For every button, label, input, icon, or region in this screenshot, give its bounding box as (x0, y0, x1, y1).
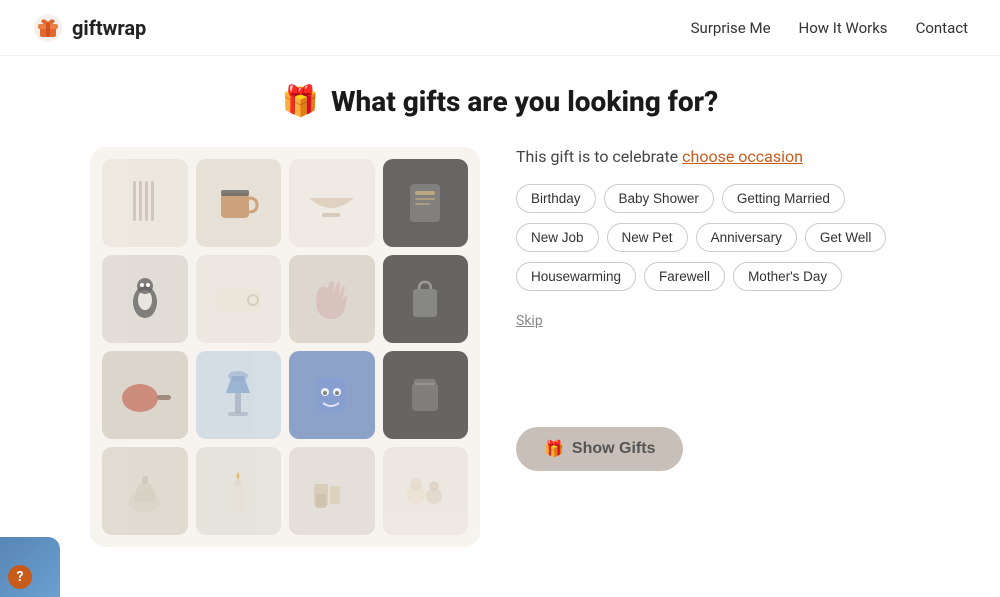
tag-baby-shower[interactable]: Baby Shower (604, 184, 714, 213)
tag-get-well[interactable]: Get Well (805, 223, 887, 252)
grid-cell-utensils (102, 159, 188, 247)
nav-contact[interactable]: Contact (916, 19, 968, 37)
show-gifts-emoji: 🎁 (544, 439, 564, 459)
tag-mothers-day[interactable]: Mother's Day (733, 262, 842, 291)
tag-birthday[interactable]: Birthday (516, 184, 596, 213)
tags-row-2: New Job New Pet Anniversary Get Well (516, 223, 910, 252)
grid-cell-bowl (289, 159, 375, 247)
choose-occasion-link[interactable]: choose occasion (682, 147, 803, 166)
nav-links: Surprise Me How It Works Contact (691, 19, 968, 37)
grid-cell-cutting (196, 255, 282, 343)
tag-getting-married[interactable]: Getting Married (722, 184, 845, 213)
page-title: 🎁 What gifts are you looking for? (282, 84, 718, 119)
show-gifts-button[interactable]: 🎁 Show Gifts (516, 427, 683, 471)
tags-container: Birthday Baby Shower Getting Married New… (516, 184, 910, 291)
tags-row-1: Birthday Baby Shower Getting Married (516, 184, 910, 213)
show-gifts-label: Show Gifts (572, 440, 656, 458)
grid-cell-lamp2 (196, 351, 282, 439)
image-grid-wrapper (90, 147, 480, 547)
bottom-decoration (0, 537, 60, 597)
logo-icon (32, 12, 64, 44)
tag-farewell[interactable]: Farewell (644, 262, 725, 291)
grid-cell-pan (102, 351, 188, 439)
grid-cell-animals (383, 447, 469, 535)
tag-new-job[interactable]: New Job (516, 223, 599, 252)
celebrate-prompt: This gift is to celebrate choose occasio… (516, 147, 910, 166)
grid-cell-penguin (102, 255, 188, 343)
right-panel: This gift is to celebrate choose occasio… (516, 147, 910, 471)
grid-cell-bag (383, 255, 469, 343)
main-content: 🎁 What gifts are you looking for? (0, 56, 1000, 547)
grid-cell-pouch (383, 351, 469, 439)
title-emoji: 🎁 (282, 84, 319, 119)
image-grid (102, 159, 468, 535)
help-badge[interactable]: ? (8, 565, 32, 589)
tag-anniversary[interactable]: Anniversary (696, 223, 797, 252)
grid-cell-mug (196, 159, 282, 247)
tags-row-3: Housewarming Farewell Mother's Day (516, 262, 910, 291)
logo[interactable]: giftwrap (32, 12, 146, 44)
navbar: giftwrap Surprise Me How It Works Contac… (0, 0, 1000, 56)
grid-cell-monster (289, 351, 375, 439)
celebrate-text: This gift is to celebrate (516, 147, 682, 166)
nav-how-it-works[interactable]: How It Works (799, 19, 888, 37)
tag-housewarming[interactable]: Housewarming (516, 262, 636, 291)
tag-new-pet[interactable]: New Pet (607, 223, 688, 252)
skip-link[interactable]: Skip (516, 313, 910, 329)
grid-cell-tea (383, 159, 469, 247)
grid-cell-candle (196, 447, 282, 535)
nav-surprise[interactable]: Surprise Me (691, 19, 771, 37)
content-row: This gift is to celebrate choose occasio… (90, 147, 910, 547)
grid-cell-diffuser (102, 447, 188, 535)
logo-text: giftwrap (72, 16, 146, 40)
grid-cell-gloves (289, 255, 375, 343)
title-text: What gifts are you looking for? (331, 85, 718, 118)
grid-cell-figures (289, 447, 375, 535)
